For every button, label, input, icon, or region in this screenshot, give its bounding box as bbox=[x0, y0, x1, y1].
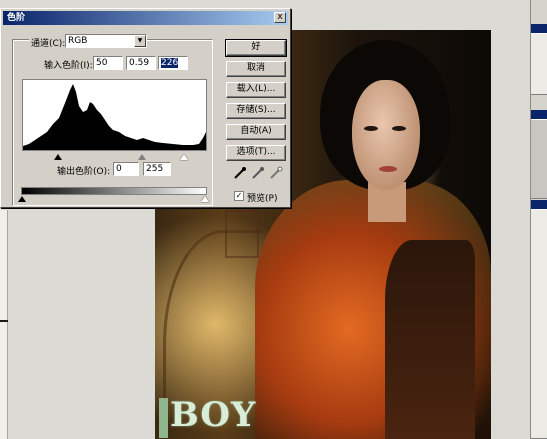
output-black-value: 0 bbox=[116, 164, 122, 174]
dialog-titlebar[interactable]: 色阶 x bbox=[3, 11, 288, 25]
left-eye bbox=[364, 126, 378, 131]
palette-color[interactable] bbox=[531, 119, 547, 199]
input-gamma-field[interactable]: 0.59 bbox=[126, 56, 156, 70]
preview-checkbox[interactable]: ✓ bbox=[234, 191, 244, 201]
background-seal bbox=[225, 210, 259, 258]
channel-select[interactable]: RGB ▼ bbox=[65, 34, 147, 48]
output-black-field[interactable]: 0 bbox=[113, 162, 139, 176]
face bbox=[352, 80, 420, 190]
channel-value: RGB bbox=[68, 36, 88, 46]
palette-titlebar-3[interactable] bbox=[531, 200, 547, 209]
right-eye bbox=[392, 126, 406, 131]
dialog-title: 色阶 bbox=[7, 13, 26, 23]
input-slider[interactable] bbox=[22, 154, 207, 162]
save-button[interactable]: 存储(S)... bbox=[226, 103, 286, 119]
palette-titlebar-1[interactable] bbox=[531, 24, 547, 33]
toolbar-marker bbox=[0, 320, 8, 322]
output-black-handle[interactable] bbox=[18, 196, 26, 202]
input-white-handle[interactable] bbox=[180, 154, 188, 160]
gray-eyedropper-icon[interactable] bbox=[251, 166, 265, 180]
output-white-value: 255 bbox=[146, 164, 164, 174]
input-black-handle[interactable] bbox=[54, 154, 62, 160]
input-gamma-handle[interactable] bbox=[138, 154, 146, 160]
cancel-button[interactable]: 取消 bbox=[226, 61, 286, 77]
palette-history[interactable] bbox=[531, 209, 547, 439]
options-button[interactable]: 选项(T)... bbox=[226, 145, 286, 161]
palette-titlebar-2[interactable] bbox=[531, 110, 547, 119]
lips bbox=[379, 166, 397, 172]
background-branch bbox=[163, 230, 263, 420]
chevron-down-icon[interactable]: ▼ bbox=[134, 35, 146, 47]
ok-button[interactable]: 好 bbox=[225, 39, 287, 57]
output-white-field[interactable]: 255 bbox=[143, 162, 171, 176]
input-white-value: 226 bbox=[161, 58, 179, 68]
histogram-graph bbox=[23, 84, 206, 150]
output-levels-label: 输出色阶(O): bbox=[57, 167, 111, 177]
auto-button[interactable]: 自动(A) bbox=[226, 124, 286, 140]
preview-label: 预览(P) bbox=[247, 194, 278, 204]
poster-tag bbox=[159, 398, 168, 438]
levels-dialog: 色阶 x 通道(C): RGB ▼ 输入色阶(I): 50 0.59 226 输… bbox=[0, 8, 291, 208]
close-button[interactable]: x bbox=[274, 12, 286, 23]
poster-title: BOY bbox=[170, 395, 257, 435]
input-gamma-value: 0.59 bbox=[129, 58, 150, 68]
black-eyedropper-icon[interactable] bbox=[233, 166, 247, 180]
channel-label: 通道(C): bbox=[29, 36, 68, 49]
input-white-field[interactable]: 226 bbox=[158, 56, 188, 70]
output-gradient bbox=[21, 187, 207, 195]
input-black-field[interactable]: 50 bbox=[93, 56, 123, 70]
palette-navigator[interactable] bbox=[531, 33, 547, 95]
white-eyedropper-icon[interactable] bbox=[269, 166, 283, 180]
output-white-handle[interactable] bbox=[201, 196, 209, 202]
load-button[interactable]: 载入(L)... bbox=[226, 82, 286, 98]
output-slider[interactable] bbox=[18, 196, 209, 203]
input-black-value: 50 bbox=[96, 58, 108, 68]
robe-shadow bbox=[385, 240, 475, 439]
input-levels-label: 输入色阶(I): bbox=[44, 61, 93, 71]
histogram bbox=[22, 79, 207, 151]
left-toolbar-strip bbox=[0, 210, 8, 439]
right-palettes bbox=[530, 0, 547, 439]
